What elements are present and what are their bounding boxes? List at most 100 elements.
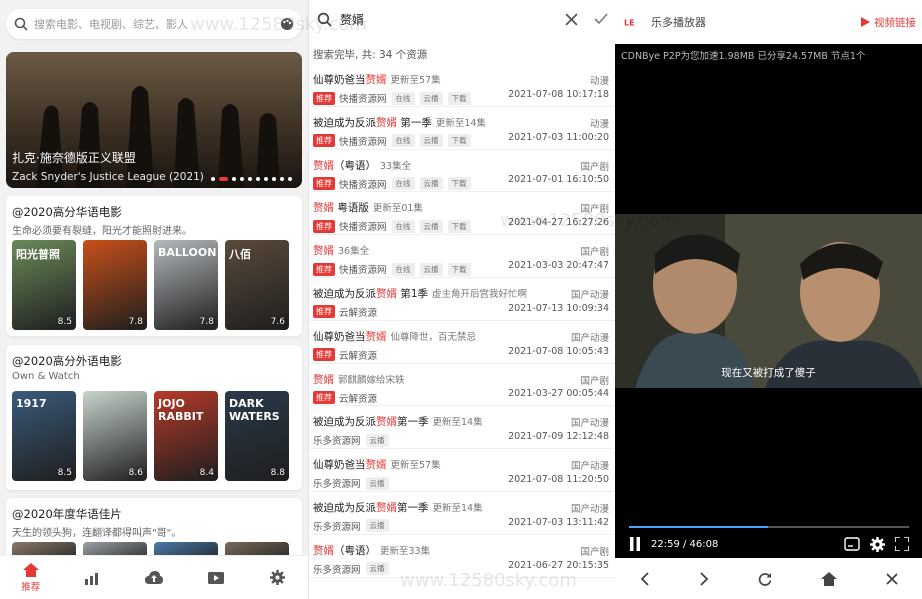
ranking-icon	[85, 572, 99, 585]
resource-tag: 云播	[419, 262, 443, 276]
result-row[interactable]: 仙尊奶爸当赘婿 仙尊降世，百无禁忌 国产动漫 推荐 云解资源 2021-07-08 10:…	[309, 321, 615, 364]
nav-settings[interactable]	[257, 570, 297, 585]
category-label: 国产剧	[580, 204, 609, 216]
home-panel: 搜索电影、电视剧、综艺、影人 扎克·施奈德版正义联盟 Zack Snyder's…	[0, 0, 308, 599]
update-info: 更新至33集	[380, 545, 431, 557]
result-row[interactable]: 仙尊奶爸当赘婿 更新至57集 动漫 推荐 快播资源网 在线 云播 下载 2021-07-08 1…	[309, 64, 615, 107]
title-keyword: 赘婿	[365, 459, 387, 472]
subtitle-icon[interactable]	[844, 537, 860, 551]
result-date: 2021-07-09 12:12:48	[508, 431, 609, 443]
title-keyword: 赘婿	[313, 245, 334, 258]
search-bar[interactable]: 赘婿	[309, 0, 615, 38]
banner-title-en: Zack Snyder's Justice League (2021)	[12, 171, 204, 183]
movie-poster[interactable]: 八佰 7.6	[225, 240, 289, 330]
forward-icon[interactable]	[699, 571, 709, 586]
poster-score: 8.5	[57, 317, 72, 327]
category-label: 国产剧	[580, 375, 609, 387]
playback-time: 22:59 / 46:08	[651, 538, 719, 550]
cloud-upload-icon	[144, 570, 163, 584]
palette-icon[interactable]	[280, 17, 294, 31]
video-frame[interactable]: 现在又被打成了傻子	[615, 214, 922, 388]
title-keyword: 赘婿	[313, 544, 334, 557]
source-name: 乐多资源网	[313, 436, 361, 448]
svg-text:LE: LE	[624, 19, 635, 28]
resource-tag: 云播	[419, 219, 443, 233]
confirm-check-icon[interactable]	[594, 13, 608, 25]
video-link-button[interactable]: 视频链接	[861, 15, 916, 30]
result-date: 2021-07-13 10:09:34	[508, 302, 609, 314]
nav-cloud[interactable]	[134, 570, 174, 585]
category-label: 国产动漫	[570, 418, 609, 430]
resource-tag: 云播	[419, 134, 443, 148]
title-keyword: 赘婿	[313, 159, 334, 172]
result-title: 被迫成为反派赘婿 第1季 虚主角开后宫我好忙啊	[313, 286, 612, 301]
update-info: 更新至14集	[435, 117, 486, 129]
result-row[interactable]: 赘婿 粤语版 更新至01集 国产剧 推荐 快播资源网 在线 云播 下载 2021-04-27 1…	[309, 192, 615, 236]
settings-icon	[269, 570, 285, 585]
result-row[interactable]: 仙尊奶爸当赘婿 更新至57集 国产动漫 乐多资源网 云播 2021-07-08 11:20…	[309, 449, 615, 492]
result-row[interactable]: 被迫成为反派赘婿第一季 更新至14集 国产动漫 乐多资源网 云播 2021-07-09 1…	[309, 406, 615, 450]
featured-banner[interactable]: 扎克·施奈德版正义联盟 Zack Snyder's Justice League…	[6, 52, 302, 188]
movie-poster[interactable]: BALLOON 7.8	[154, 240, 218, 330]
movie-poster[interactable]: JOJO RABBIT 8.4	[154, 391, 218, 481]
movie-poster[interactable]: 阳光普照 8.5	[12, 240, 76, 330]
resource-tag: 在线	[391, 91, 415, 105]
poster-score: 7.8	[128, 317, 143, 327]
section-title: @2020高分华语电影	[12, 205, 122, 219]
recommend-badge: 推荐	[313, 134, 335, 148]
source-name: 快播资源网	[339, 94, 387, 105]
home-icon[interactable]	[820, 571, 837, 586]
source-name: 快播资源网	[339, 179, 387, 191]
result-row[interactable]: 赘婿（粤语） 更新至33集 国产剧 乐多资源网 云播 2021-06-27 20:15:3…	[309, 535, 615, 578]
resource-tag: 云播	[365, 476, 389, 490]
fullscreen-icon[interactable]	[895, 537, 909, 551]
result-row[interactable]: 被迫成为反派赘婿 第1季 虚主角开后宫我好忙啊 国产动漫 推荐 云解资源 2021-07-…	[309, 278, 615, 321]
recommend-badge: 推荐	[313, 91, 335, 105]
movie-poster[interactable]: 7.8	[83, 240, 147, 330]
poster-row: 阳光普照 8.5 7.8 BALLOON 7.8 八佰 7.6	[12, 240, 289, 330]
nav-video[interactable]	[196, 571, 236, 585]
result-row[interactable]: 被迫成为反派赘婿第一季 更新至14集 国产动漫 乐多资源网 云播 2021-07-03 1…	[309, 492, 615, 535]
progress-fill	[629, 526, 769, 528]
result-date: 2021-07-08 10:05:43	[508, 345, 609, 357]
recommend-badge: 推荐	[313, 305, 335, 319]
movie-poster[interactable]: DARK WATERS 8.8	[225, 391, 289, 481]
resource-tag: 在线	[391, 177, 415, 191]
result-date: 2021-07-03 11:00:20	[508, 131, 609, 143]
source-name: 乐多资源网	[313, 564, 361, 576]
title-prefix: 被迫成为反派	[313, 287, 376, 300]
search-input[interactable]: 赘婿	[340, 11, 565, 28]
settings-icon[interactable]	[870, 536, 885, 552]
video-player[interactable]: CDNBye P2P为您加速1.98MB 已分享24.57MB 节点1个 现在又…	[615, 44, 922, 558]
poster-score: 8.5	[57, 468, 72, 478]
resource-tag: 云播	[365, 519, 389, 533]
close-icon[interactable]	[885, 572, 898, 585]
resource-tag: 云播	[419, 177, 443, 191]
result-row[interactable]: 赘婿（粤语） 33集全 国产剧 推荐 快播资源网 在线 云播 下载 2021-07-01 16:…	[309, 150, 615, 193]
result-date: 2021-07-08 10:17:18	[508, 88, 609, 100]
resource-tag: 在线	[391, 134, 415, 148]
clear-icon[interactable]	[565, 12, 578, 26]
result-row[interactable]: 赘婿 郭麒麟嫁给宋轶 国产剧 推荐 云解资源 2021-03-27 00:05:44	[309, 364, 615, 407]
title-suffix: 第一季	[397, 416, 429, 429]
movie-poster[interactable]: 8.6	[83, 391, 147, 481]
search-bar[interactable]: 搜索电影、电视剧、综艺、影人	[6, 9, 302, 39]
update-info: 33集全	[380, 160, 412, 172]
banner-title-cn: 扎克·施奈德版正义联盟	[12, 151, 136, 165]
result-row[interactable]: 被迫成为反派赘婿 第一季 更新至14集 动漫 推荐 快播资源网 在线 云播 下载 2021-07…	[309, 107, 615, 150]
movie-poster[interactable]: 1917 8.5	[12, 391, 76, 481]
category-label: 国产剧	[580, 247, 609, 259]
title-prefix: 仙尊奶爸当	[313, 330, 366, 343]
back-icon[interactable]	[640, 571, 650, 586]
result-row[interactable]: 赘婿 36集全 国产剧 推荐 快播资源网 在线 云播 下载 2021-03-03 20:47:4…	[309, 235, 615, 278]
pause-icon[interactable]	[629, 537, 641, 551]
result-date: 2021-07-01 16:10:50	[508, 174, 609, 186]
refresh-icon[interactable]	[758, 572, 772, 586]
source-name: 云解资源	[339, 350, 378, 362]
poster-score: 7.8	[199, 317, 214, 327]
nav-home[interactable]: 推荐	[11, 562, 51, 593]
progress-bar[interactable]	[629, 526, 909, 528]
poster-row: 1917 8.5 8.6 JOJO RABBIT 8.4 DARK WATERS 8.8	[12, 391, 289, 481]
nav-ranking[interactable]	[72, 571, 112, 585]
poster-title: BALLOON	[158, 246, 217, 259]
